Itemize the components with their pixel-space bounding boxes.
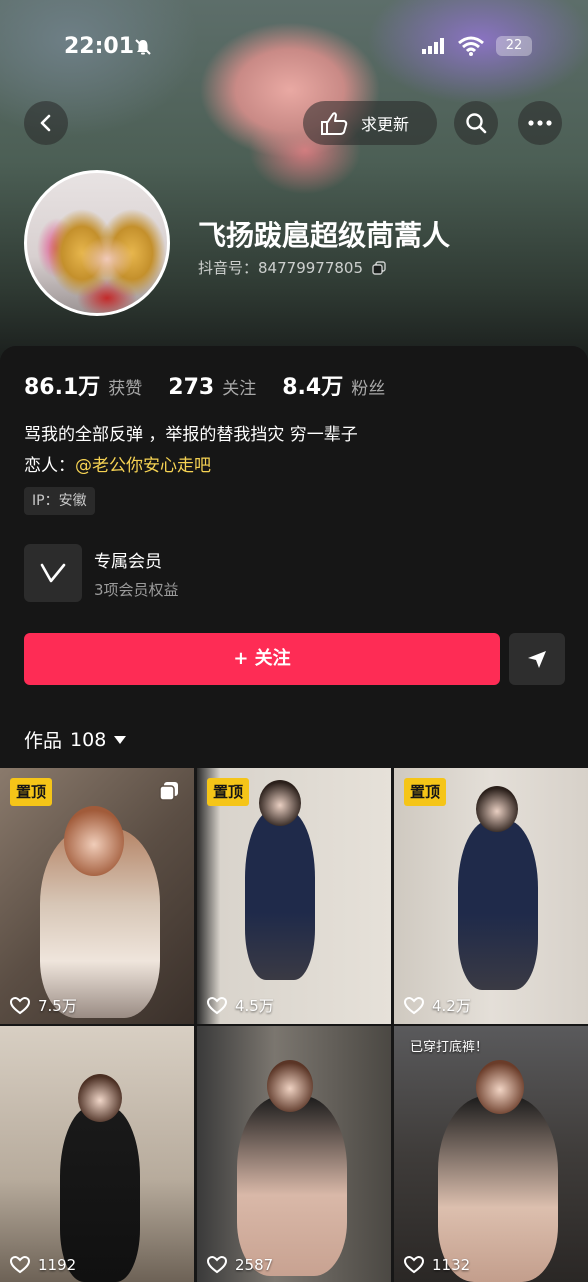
- likes-count[interactable]: 86.1万: [24, 369, 100, 401]
- video-grid: 置顶 7.5万 置顶 4.5万 置顶 4.2万 1192 2587 已穿打底裤！…: [0, 768, 588, 1282]
- video-thumbnail-head: [476, 1060, 524, 1114]
- video-likes: 4.5万: [207, 995, 274, 1016]
- video-tile[interactable]: 置顶 4.2万: [394, 768, 588, 1024]
- status-bar: 22:01 22: [0, 26, 588, 66]
- profile-name: 飞扬跋扈超级茼蒿人: [198, 219, 451, 252]
- wifi-icon: [458, 36, 484, 56]
- video-likes-count: 7.5万: [38, 997, 77, 1015]
- pinned-badge: 置顶: [10, 778, 53, 806]
- copy-icon[interactable]: [372, 261, 386, 275]
- bio-mention-link[interactable]: @老公你安心走吧: [75, 456, 211, 476]
- bio-line-2: 恋人：@老公你安心走吧: [24, 451, 358, 482]
- douyin-id-label: 抖音号：: [198, 259, 259, 277]
- membership-entry[interactable]: 专属会员 3项会员权益: [24, 544, 584, 606]
- video-tile[interactable]: 1192: [0, 1026, 194, 1282]
- video-tile[interactable]: 2587: [197, 1026, 391, 1282]
- video-likes-count: 4.5万: [235, 997, 274, 1015]
- video-tile[interactable]: 置顶 7.5万: [0, 768, 194, 1024]
- works-count: 108: [70, 728, 107, 751]
- followers-label: 粉丝: [351, 379, 386, 399]
- membership-subtitle: 3项会员权益: [94, 581, 179, 599]
- video-caption: 已穿打底裤！: [410, 1040, 489, 1055]
- heart-icon: [207, 996, 227, 1014]
- pinned-badge: 置顶: [404, 778, 447, 806]
- douyin-id-value: 84779977805: [258, 259, 363, 277]
- heart-icon: [10, 1256, 30, 1274]
- more-options-button[interactable]: [518, 101, 562, 145]
- works-tab[interactable]: 作品 108: [24, 726, 127, 753]
- video-thumbnail-head: [78, 1074, 122, 1122]
- video-likes: 2587: [207, 1256, 273, 1274]
- share-button[interactable]: [509, 633, 565, 685]
- followers-count[interactable]: 8.4万: [282, 369, 343, 401]
- avatar[interactable]: [24, 170, 170, 316]
- pinned-badge: 置顶: [207, 778, 250, 806]
- following-label: 关注: [222, 379, 257, 399]
- bio-lover-label: 恋人：: [24, 456, 75, 476]
- multi-image-icon: [159, 782, 178, 801]
- video-thumbnail: [237, 1096, 347, 1276]
- bio: 骂我的全部反弹 ，举报的替我挡灾 穷一辈子 恋人：@老公你安心走吧: [24, 420, 358, 482]
- bell-off-icon: [135, 39, 151, 55]
- hand-point-icon: [321, 112, 348, 135]
- bio-line-1: 骂我的全部反弹 ，举报的替我挡灾 穷一辈子: [24, 425, 358, 445]
- heart-icon: [404, 996, 424, 1014]
- membership-title: 专属会员: [94, 552, 162, 572]
- follow-button[interactable]: + 关注: [24, 633, 500, 685]
- more-dots-icon: [528, 120, 552, 126]
- membership-logo-icon: [24, 544, 82, 602]
- video-likes: 1132: [404, 1256, 470, 1274]
- video-likes-count: 2587: [235, 1256, 274, 1274]
- search-icon: [466, 113, 487, 134]
- video-likes: 7.5万: [10, 995, 77, 1016]
- request-update-label: 求更新: [361, 115, 410, 134]
- caret-down-icon: [114, 735, 127, 744]
- request-update-button[interactable]: 求更新: [303, 101, 437, 145]
- video-thumbnail-head: [476, 786, 518, 832]
- status-time: 22:01: [64, 34, 135, 59]
- video-thumbnail: [458, 820, 538, 990]
- send-icon: [528, 651, 546, 668]
- video-likes-count: 4.2万: [432, 997, 471, 1015]
- heart-icon: [404, 1256, 424, 1274]
- video-likes: 1192: [10, 1256, 76, 1274]
- douyin-id: 抖音号：84779977805: [198, 257, 386, 278]
- chevron-left-icon: [40, 114, 51, 132]
- video-tile[interactable]: 置顶 4.5万: [197, 768, 391, 1024]
- stats-row: 86.1万 获赞 273 关注 8.4万 粉丝: [24, 369, 411, 401]
- video-likes: 4.2万: [404, 995, 471, 1016]
- video-thumbnail-head: [259, 780, 301, 826]
- heart-icon: [10, 996, 30, 1014]
- ip-location-tag: IP：安徽: [24, 487, 95, 515]
- video-likes-count: 1132: [432, 1256, 471, 1274]
- video-thumbnail: [245, 810, 315, 980]
- back-button[interactable]: [24, 101, 68, 145]
- signal-icon: [422, 38, 444, 54]
- battery-indicator: 22: [496, 36, 532, 56]
- following-count[interactable]: 273: [168, 375, 214, 400]
- video-thumbnail-head: [64, 806, 124, 876]
- search-button[interactable]: [454, 101, 498, 145]
- heart-icon: [207, 1256, 227, 1274]
- video-likes-count: 1192: [38, 1256, 77, 1274]
- video-thumbnail-head: [267, 1060, 313, 1112]
- works-label: 作品: [24, 730, 63, 752]
- video-thumbnail: [438, 1096, 558, 1282]
- profile-card: 86.1万 获赞 273 关注 8.4万 粉丝 骂我的全部反弹 ，举报的替我挡灾…: [0, 346, 588, 1282]
- likes-label: 获赞: [108, 379, 143, 399]
- video-tile[interactable]: 已穿打底裤！ 1132: [394, 1026, 588, 1282]
